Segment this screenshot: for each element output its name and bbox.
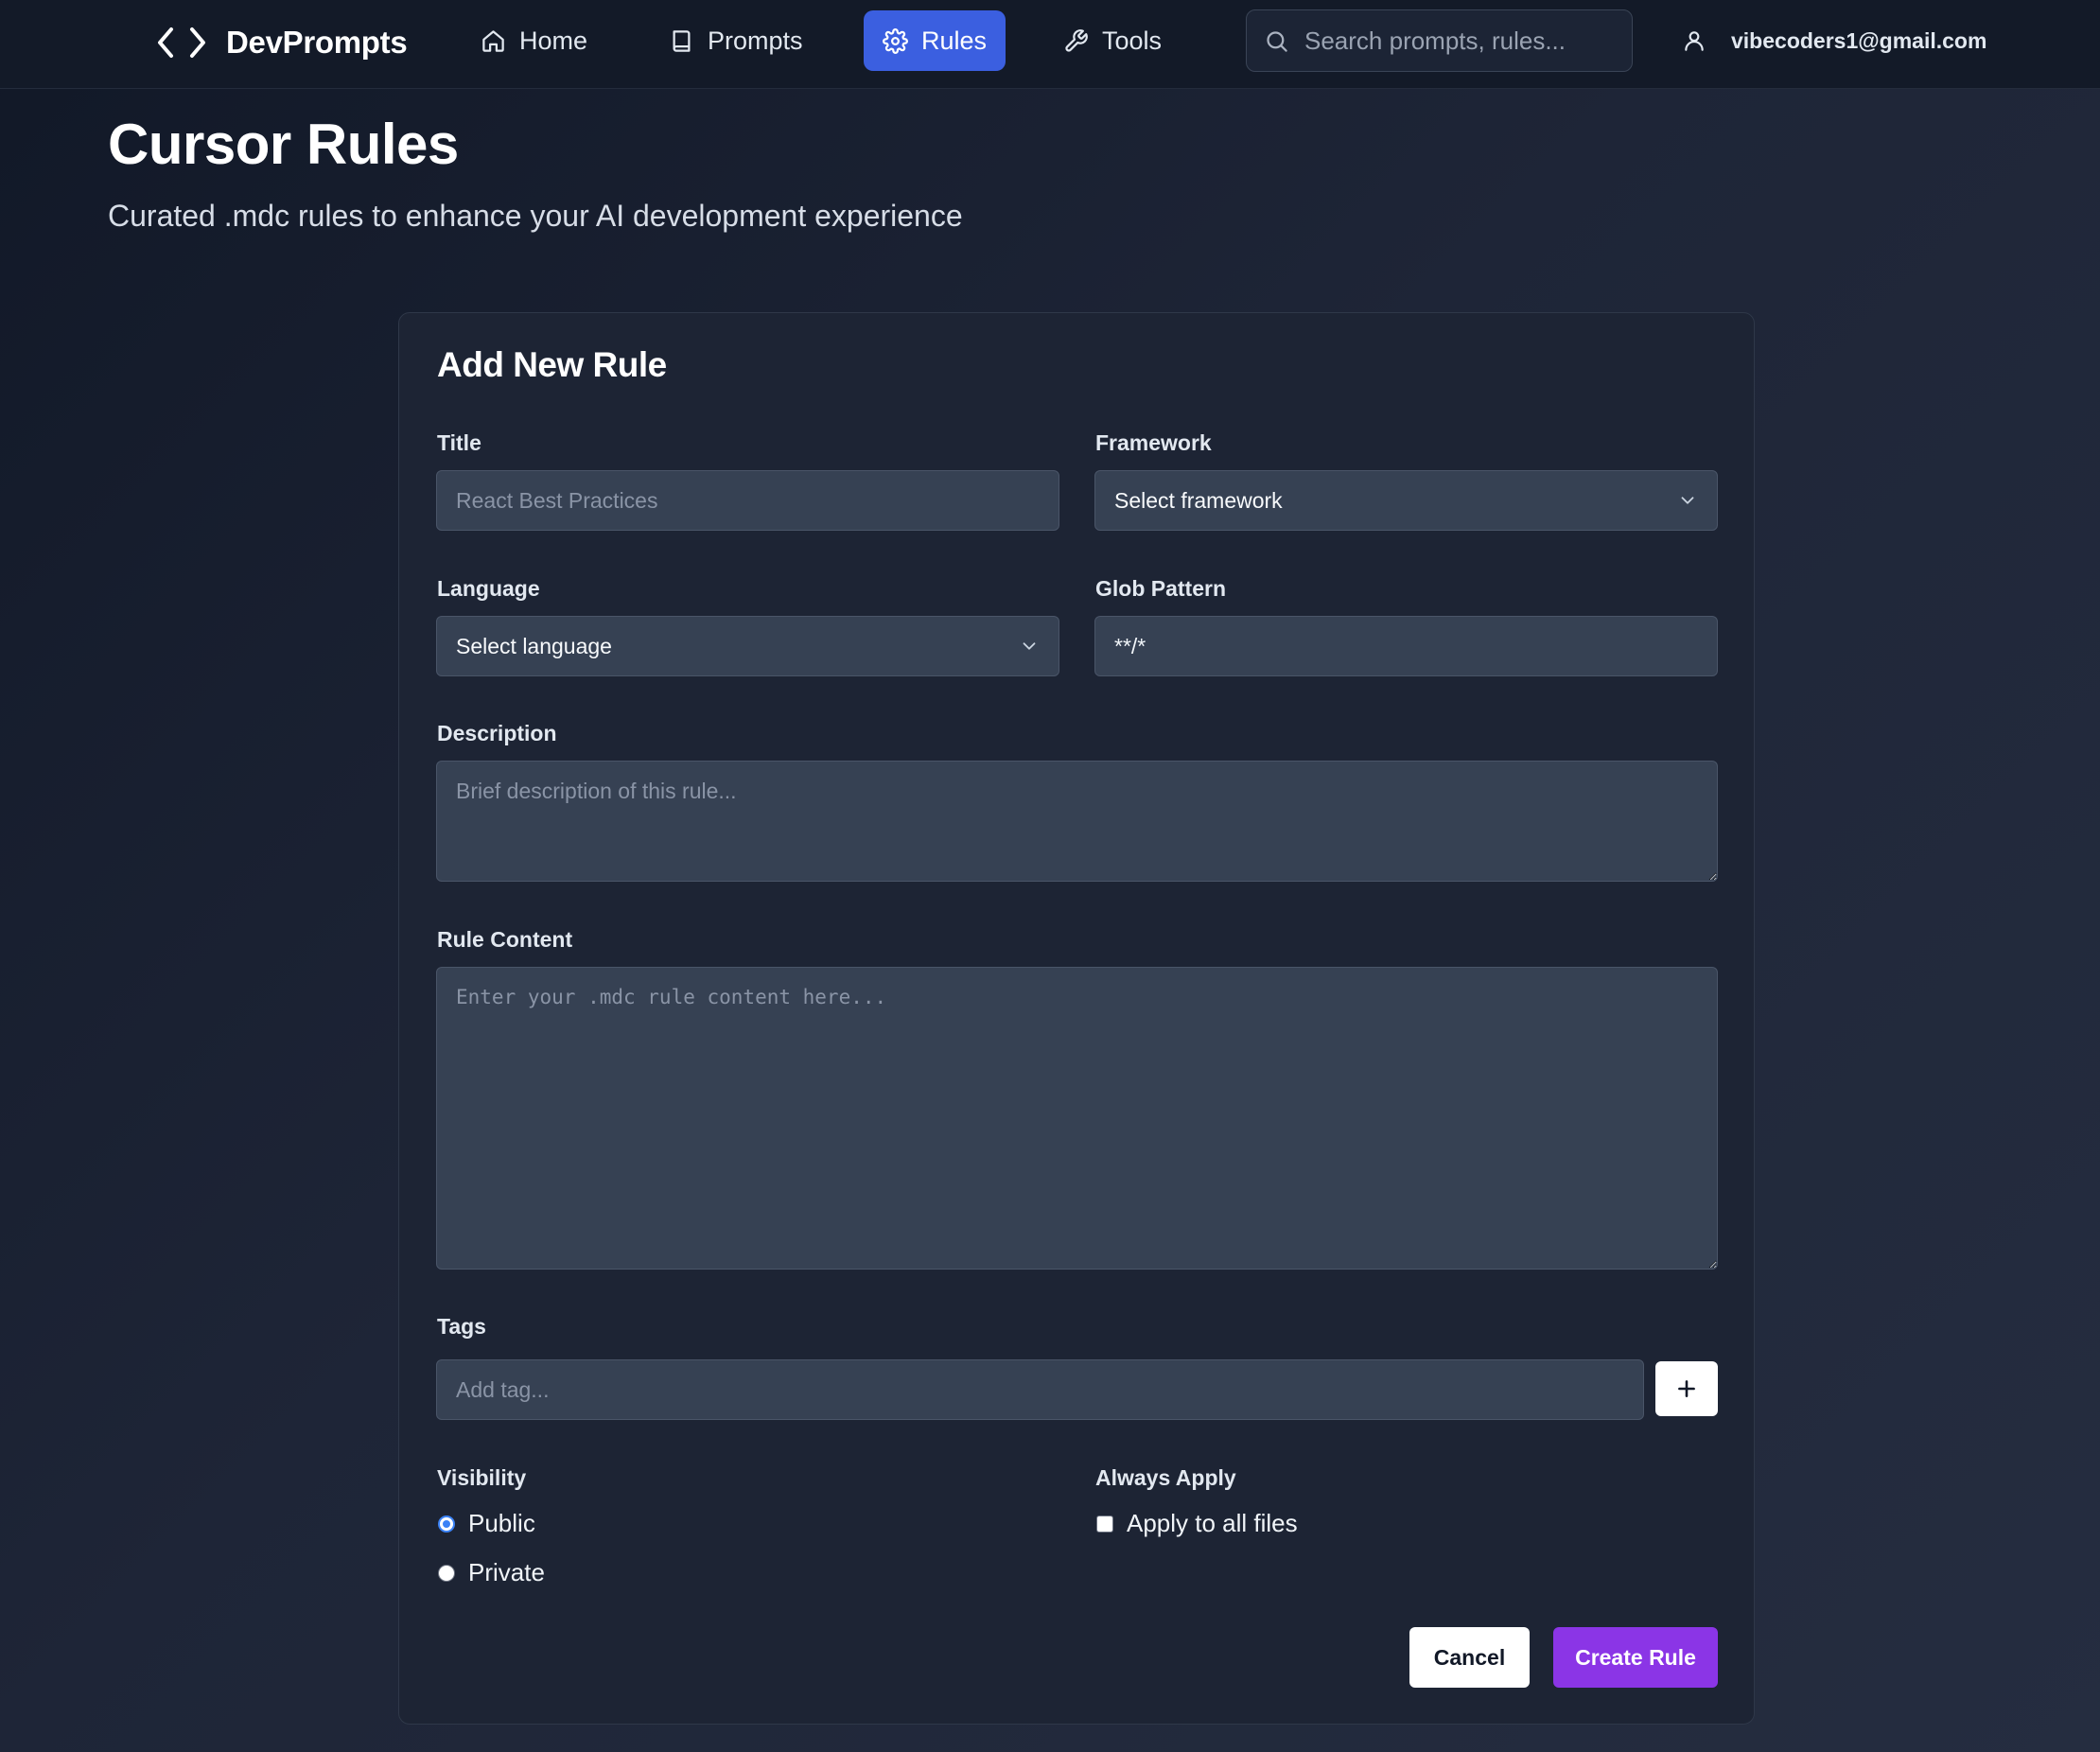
- framework-select[interactable]: Select framework: [1094, 470, 1718, 531]
- title-input[interactable]: [436, 470, 1059, 531]
- framework-select-value: Select framework: [1114, 487, 1283, 513]
- create-rule-button[interactable]: Create Rule: [1553, 1627, 1718, 1688]
- title-label: Title: [437, 430, 481, 455]
- private-radio[interactable]: [438, 1564, 455, 1582]
- nav-prompts-label: Prompts: [708, 26, 803, 55]
- public-radio-label: Public: [468, 1509, 535, 1537]
- chevron-down-icon: [1023, 642, 1036, 650]
- nav-home-label: Home: [519, 26, 588, 55]
- glob-pattern-label: Glob Pattern: [1095, 576, 1227, 601]
- code-brackets-icon: [158, 27, 205, 58]
- visibility-public-option[interactable]: Public: [438, 1509, 535, 1538]
- nav-home[interactable]: Home: [462, 10, 606, 71]
- page-subtitle: Curated .mdc rules to enhance your AI de…: [108, 199, 963, 233]
- description-textarea[interactable]: [436, 761, 1718, 882]
- search-bar[interactable]: [1246, 9, 1633, 72]
- description-label: Description: [437, 721, 557, 745]
- always-apply-label: Always Apply: [1095, 1465, 1236, 1490]
- tag-input[interactable]: [436, 1359, 1644, 1420]
- user-menu[interactable]: vibecoders1@gmail.com: [1682, 17, 1986, 64]
- language-select-value: Select language: [456, 633, 612, 658]
- public-radio[interactable]: [438, 1515, 455, 1533]
- user-email: vibecoders1@gmail.com: [1731, 27, 1987, 53]
- brand-name: DevPrompts: [226, 25, 408, 60]
- nav-tools-label: Tools: [1102, 26, 1163, 55]
- language-label: Language: [437, 576, 540, 601]
- apply-all-checkbox[interactable]: [1096, 1515, 1113, 1533]
- glob-pattern-input[interactable]: [1094, 616, 1718, 676]
- rule-content-textarea[interactable]: [436, 967, 1718, 1270]
- visibility-private-option[interactable]: Private: [438, 1558, 545, 1587]
- private-radio-label: Private: [468, 1558, 545, 1586]
- tags-label: Tags: [437, 1314, 486, 1339]
- user-icon: [1685, 31, 1704, 51]
- nav-tools[interactable]: Tools: [1044, 10, 1181, 71]
- plus-icon: [1678, 1380, 1695, 1397]
- nav-prompts[interactable]: Prompts: [650, 10, 822, 71]
- apply-all-files-option[interactable]: Apply to all files: [1096, 1509, 1298, 1538]
- search-icon: [1267, 30, 1287, 52]
- top-navigation: DevPrompts Home Prompts Rules Tools Sear…: [0, 0, 2100, 89]
- rule-content-label: Rule Content: [437, 927, 573, 952]
- home-icon: [482, 29, 504, 52]
- form-title: Add New Rule: [437, 345, 667, 384]
- brand-logo[interactable]: DevPrompts: [156, 21, 408, 64]
- chevron-down-icon: [1681, 497, 1694, 504]
- apply-all-label: Apply to all files: [1127, 1509, 1298, 1537]
- wrench-icon: [1065, 28, 1088, 52]
- nav-rules[interactable]: Rules: [864, 10, 1006, 71]
- language-select[interactable]: Select language: [436, 616, 1059, 676]
- add-rule-card: Add New Rule Title Framework Select fram…: [398, 312, 1755, 1725]
- search-input[interactable]: [1304, 26, 1607, 56]
- framework-label: Framework: [1095, 430, 1212, 455]
- gear-icon: [883, 27, 908, 54]
- nav-rules-label: Rules: [921, 26, 988, 55]
- add-tag-button[interactable]: [1655, 1361, 1718, 1416]
- book-icon: [673, 29, 691, 52]
- cancel-button[interactable]: Cancel: [1409, 1627, 1530, 1688]
- visibility-label: Visibility: [437, 1465, 527, 1490]
- page-title: Cursor Rules: [108, 113, 459, 176]
